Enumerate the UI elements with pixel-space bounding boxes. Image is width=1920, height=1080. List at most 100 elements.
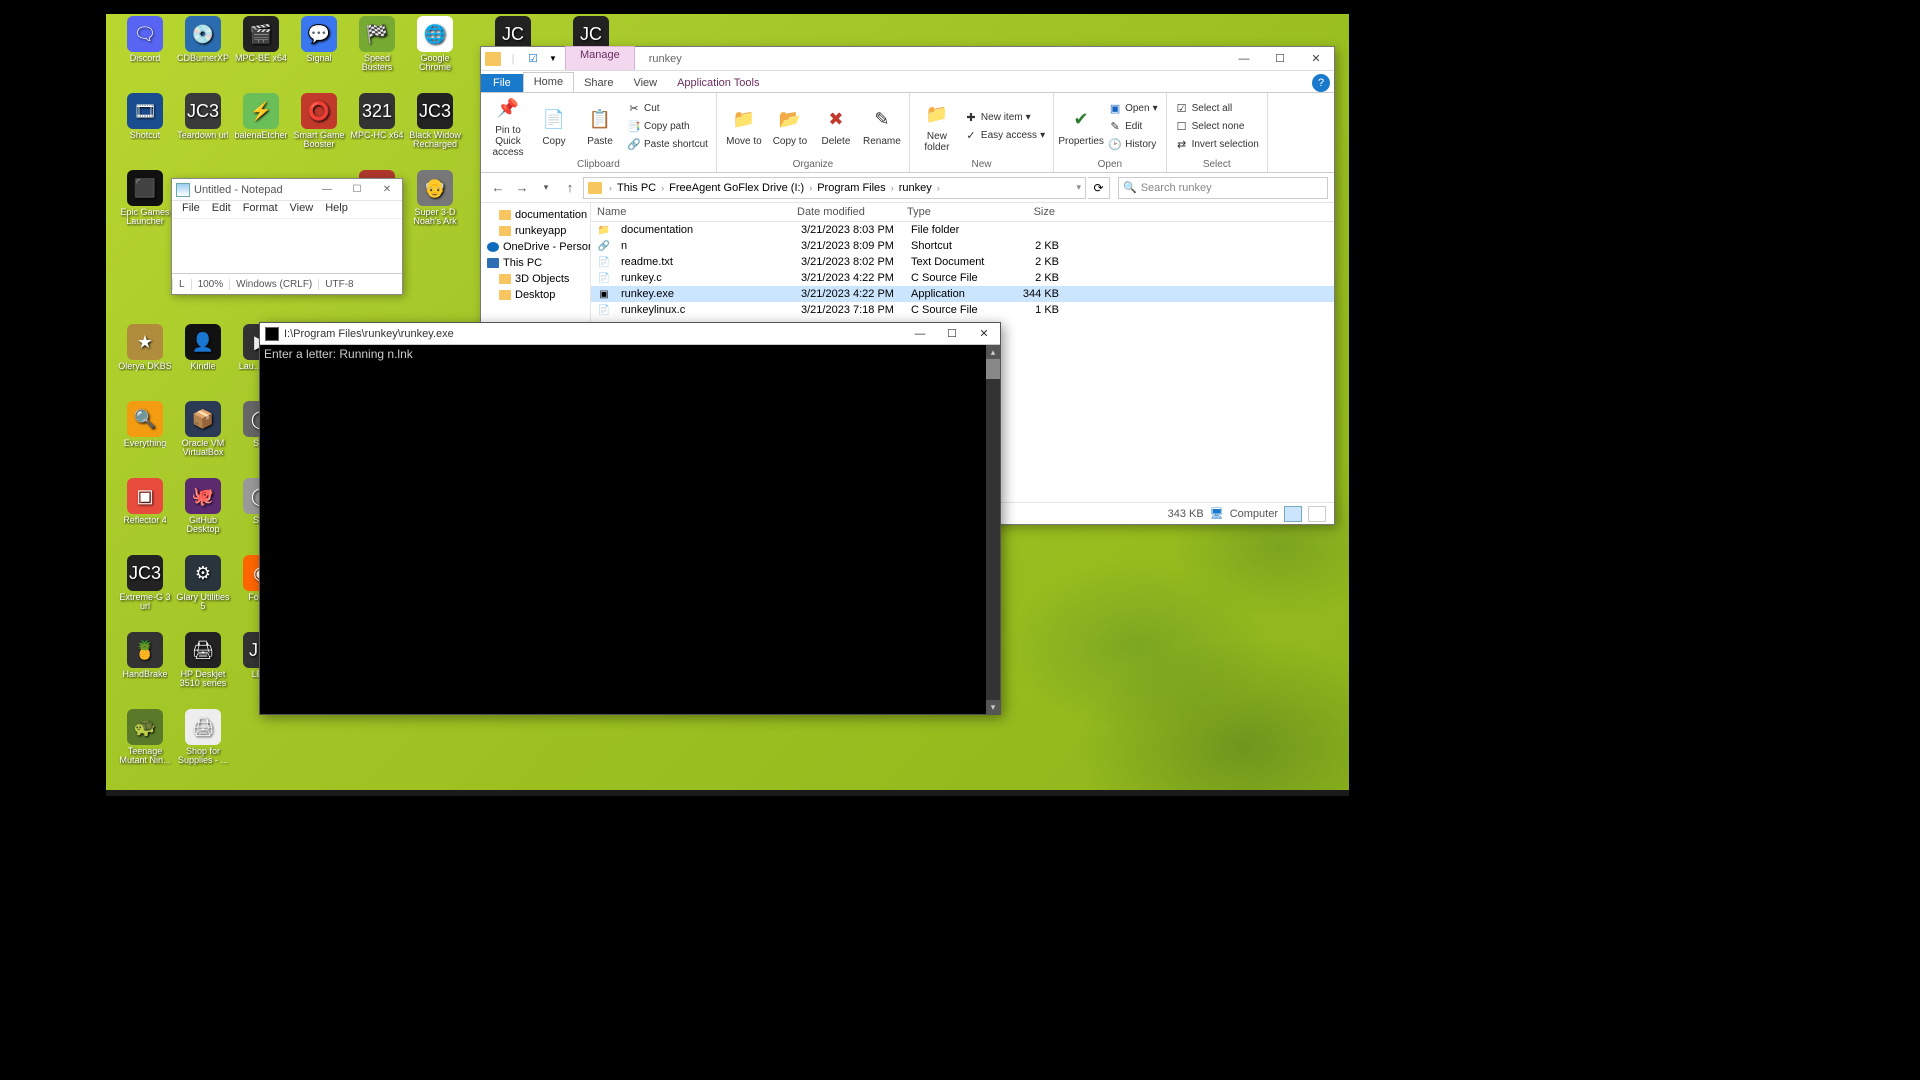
col-name[interactable]: Name bbox=[591, 203, 791, 221]
tab-view[interactable]: View bbox=[623, 74, 667, 92]
close-button[interactable]: ✕ bbox=[1298, 47, 1334, 71]
menu-help[interactable]: Help bbox=[319, 201, 354, 218]
close-button[interactable]: ✕ bbox=[968, 327, 1000, 340]
table-row[interactable]: ▣runkey.exe3/21/2023 4:22 PMApplication3… bbox=[591, 286, 1334, 302]
tab-file[interactable]: File bbox=[481, 74, 523, 92]
notepad-titlebar[interactable]: Untitled - Notepad ― ☐ ✕ bbox=[172, 179, 402, 201]
tab-application-tools[interactable]: Application Tools bbox=[667, 74, 769, 92]
easy-access-button[interactable]: ✓Easy access ▾ bbox=[962, 128, 1047, 144]
desktop-icon[interactable]: ⬛Epic Games Launcher bbox=[116, 168, 174, 243]
console-output[interactable]: Enter a letter: Running n.lnk ▴ ▾ bbox=[260, 345, 1000, 714]
desktop-icon[interactable]: ⚡balenaEtcher bbox=[232, 91, 290, 166]
sidebar-item[interactable]: documentation bbox=[481, 207, 590, 223]
desktop-icon[interactable]: 🗨Discord bbox=[116, 14, 174, 89]
desktop-icon[interactable]: 🌐Google Chrome bbox=[406, 14, 464, 89]
breadcrumb[interactable]: › This PC › FreeAgent GoFlex Drive (I:) … bbox=[583, 177, 1086, 199]
notepad-textarea[interactable] bbox=[172, 219, 402, 273]
qat-dropdown-icon[interactable]: ▼ bbox=[545, 51, 561, 67]
desktop-icon[interactable]: 👤Kindle bbox=[174, 322, 232, 397]
recent-dropdown[interactable]: ▾ bbox=[535, 177, 557, 199]
minimize-button[interactable]: ― bbox=[1226, 47, 1262, 71]
paste-shortcut-button[interactable]: 🔗Paste shortcut bbox=[625, 137, 710, 153]
menu-view[interactable]: View bbox=[284, 201, 320, 218]
breadcrumb-dropdown-icon[interactable]: ▾ bbox=[1076, 182, 1081, 193]
copy-button[interactable]: 📄Copy bbox=[533, 106, 575, 147]
sidebar-item[interactable]: runkeyapp bbox=[481, 223, 590, 239]
minimize-button[interactable]: ― bbox=[312, 184, 342, 195]
forward-button[interactable]: → bbox=[511, 177, 533, 199]
desktop-icon[interactable]: 🖨Shop for Supplies - ... bbox=[174, 707, 232, 782]
delete-button[interactable]: ✖Delete bbox=[815, 106, 857, 147]
scroll-up-icon[interactable]: ▴ bbox=[986, 345, 1000, 359]
desktop-icon[interactable]: 💬Signal bbox=[290, 14, 348, 89]
menu-file[interactable]: File bbox=[176, 201, 206, 218]
desktop-icon[interactable]: JC3Extreme-G 3 url bbox=[116, 553, 174, 628]
desktop-icon[interactable]: 👴Super 3-D Noah's Ark bbox=[406, 168, 464, 243]
search-input[interactable]: 🔍 Search runkey bbox=[1118, 177, 1328, 199]
crumb-program-files[interactable]: Program Files bbox=[817, 182, 885, 194]
desktop-icon[interactable]: 🔍Everything bbox=[116, 399, 174, 474]
scroll-down-icon[interactable]: ▾ bbox=[986, 700, 1000, 714]
edit-button[interactable]: ✎Edit bbox=[1106, 119, 1160, 135]
minimize-button[interactable]: ― bbox=[904, 328, 936, 340]
desktop-icon[interactable]: 📦Oracle VM VirtualBox bbox=[174, 399, 232, 474]
new-item-button[interactable]: ✚New item ▾ bbox=[962, 110, 1047, 126]
console-scrollbar[interactable]: ▴ ▾ bbox=[986, 345, 1000, 714]
pin-to-quick-access-button[interactable]: 📌Pin to Quick access bbox=[487, 95, 529, 158]
desktop-icon[interactable]: ★Olerya DKBS bbox=[116, 322, 174, 397]
sidebar-item[interactable]: Desktop bbox=[481, 287, 590, 303]
qat-properties[interactable]: ☑ bbox=[525, 51, 541, 67]
desktop-icon[interactable]: JC3Black Widow Recharged bbox=[406, 91, 464, 166]
crumb-drive[interactable]: FreeAgent GoFlex Drive (I:) bbox=[669, 182, 804, 194]
move-to-button[interactable]: 📁Move to bbox=[723, 106, 765, 147]
table-row[interactable]: 📄runkeylinux.c3/21/2023 7:18 PMC Source … bbox=[591, 302, 1334, 318]
crumb-runkey[interactable]: runkey bbox=[899, 182, 932, 194]
sidebar-item[interactable]: This PC bbox=[481, 255, 590, 271]
paste-button[interactable]: 📋Paste bbox=[579, 106, 621, 147]
select-none-button[interactable]: ☐Select none bbox=[1173, 119, 1261, 135]
console-titlebar[interactable]: I:\Program Files\runkey\runkey.exe ― ☐ ✕ bbox=[260, 323, 1000, 345]
new-folder-button[interactable]: 📁New folder bbox=[916, 101, 958, 153]
up-button[interactable]: ↑ bbox=[559, 177, 581, 199]
history-button[interactable]: 🕑History bbox=[1106, 137, 1160, 153]
explorer-titlebar[interactable]: | ☑ ▼ Manage runkey ― ☐ ✕ bbox=[481, 47, 1334, 71]
menu-format[interactable]: Format bbox=[237, 201, 284, 218]
col-size[interactable]: Size bbox=[1001, 203, 1061, 221]
icons-view-button[interactable] bbox=[1308, 506, 1326, 522]
table-row[interactable]: 📄runkey.c3/21/2023 4:22 PMC Source File2… bbox=[591, 270, 1334, 286]
crumb-this-pc[interactable]: This PC bbox=[617, 182, 656, 194]
table-row[interactable]: 📄readme.txt3/21/2023 8:02 PMText Documen… bbox=[591, 254, 1334, 270]
rename-button[interactable]: ✎Rename bbox=[861, 106, 903, 147]
desktop-icon[interactable]: 321MPC-HC x64 bbox=[348, 91, 406, 166]
col-date[interactable]: Date modified bbox=[791, 203, 901, 221]
desktop-icon[interactable]: 🏁Speed Busters bbox=[348, 14, 406, 89]
tab-share[interactable]: Share bbox=[574, 74, 623, 92]
desktop-icon[interactable]: 🎞Shotcut bbox=[116, 91, 174, 166]
table-row[interactable]: 🔗n3/21/2023 8:09 PMShortcut2 KB bbox=[591, 238, 1334, 254]
desktop-icon[interactable]: 🍍HandBrake bbox=[116, 630, 174, 705]
desktop-icon[interactable]: ▣Reflector 4 bbox=[116, 476, 174, 551]
select-all-button[interactable]: ☑Select all bbox=[1173, 101, 1261, 117]
back-button[interactable]: ← bbox=[487, 177, 509, 199]
maximize-button[interactable]: ☐ bbox=[1262, 47, 1298, 71]
desktop-icon[interactable]: ⭕Smart Game Booster bbox=[290, 91, 348, 166]
scroll-thumb[interactable] bbox=[986, 359, 1000, 379]
tab-home[interactable]: Home bbox=[523, 72, 574, 92]
desktop-icon[interactable]: 🖨HP Deskjet 3510 series bbox=[174, 630, 232, 705]
col-type[interactable]: Type bbox=[901, 203, 1001, 221]
desktop-icon[interactable]: 🐢Teenage Mutant Nin... bbox=[116, 707, 174, 782]
help-button[interactable]: ? bbox=[1312, 74, 1330, 92]
desktop-icon[interactable]: 💿CDBurnerXP bbox=[174, 14, 232, 89]
desktop-icon[interactable]: 🐙GitHub Desktop bbox=[174, 476, 232, 551]
menu-edit[interactable]: Edit bbox=[206, 201, 237, 218]
copy-to-button[interactable]: 📂Copy to bbox=[769, 106, 811, 147]
desktop-icon[interactable]: ⚙Glary Utilities 5 bbox=[174, 553, 232, 628]
cut-button[interactable]: ✂Cut bbox=[625, 101, 710, 117]
sidebar-item[interactable]: OneDrive - Person bbox=[481, 239, 590, 255]
sidebar-item[interactable]: 3D Objects bbox=[481, 271, 590, 287]
copy-path-button[interactable]: 📑Copy path bbox=[625, 119, 710, 135]
close-button[interactable]: ✕ bbox=[372, 184, 402, 195]
taskbar[interactable] bbox=[106, 790, 1349, 796]
properties-button[interactable]: ✔Properties bbox=[1060, 106, 1102, 147]
refresh-button[interactable]: ⟳ bbox=[1088, 177, 1110, 199]
